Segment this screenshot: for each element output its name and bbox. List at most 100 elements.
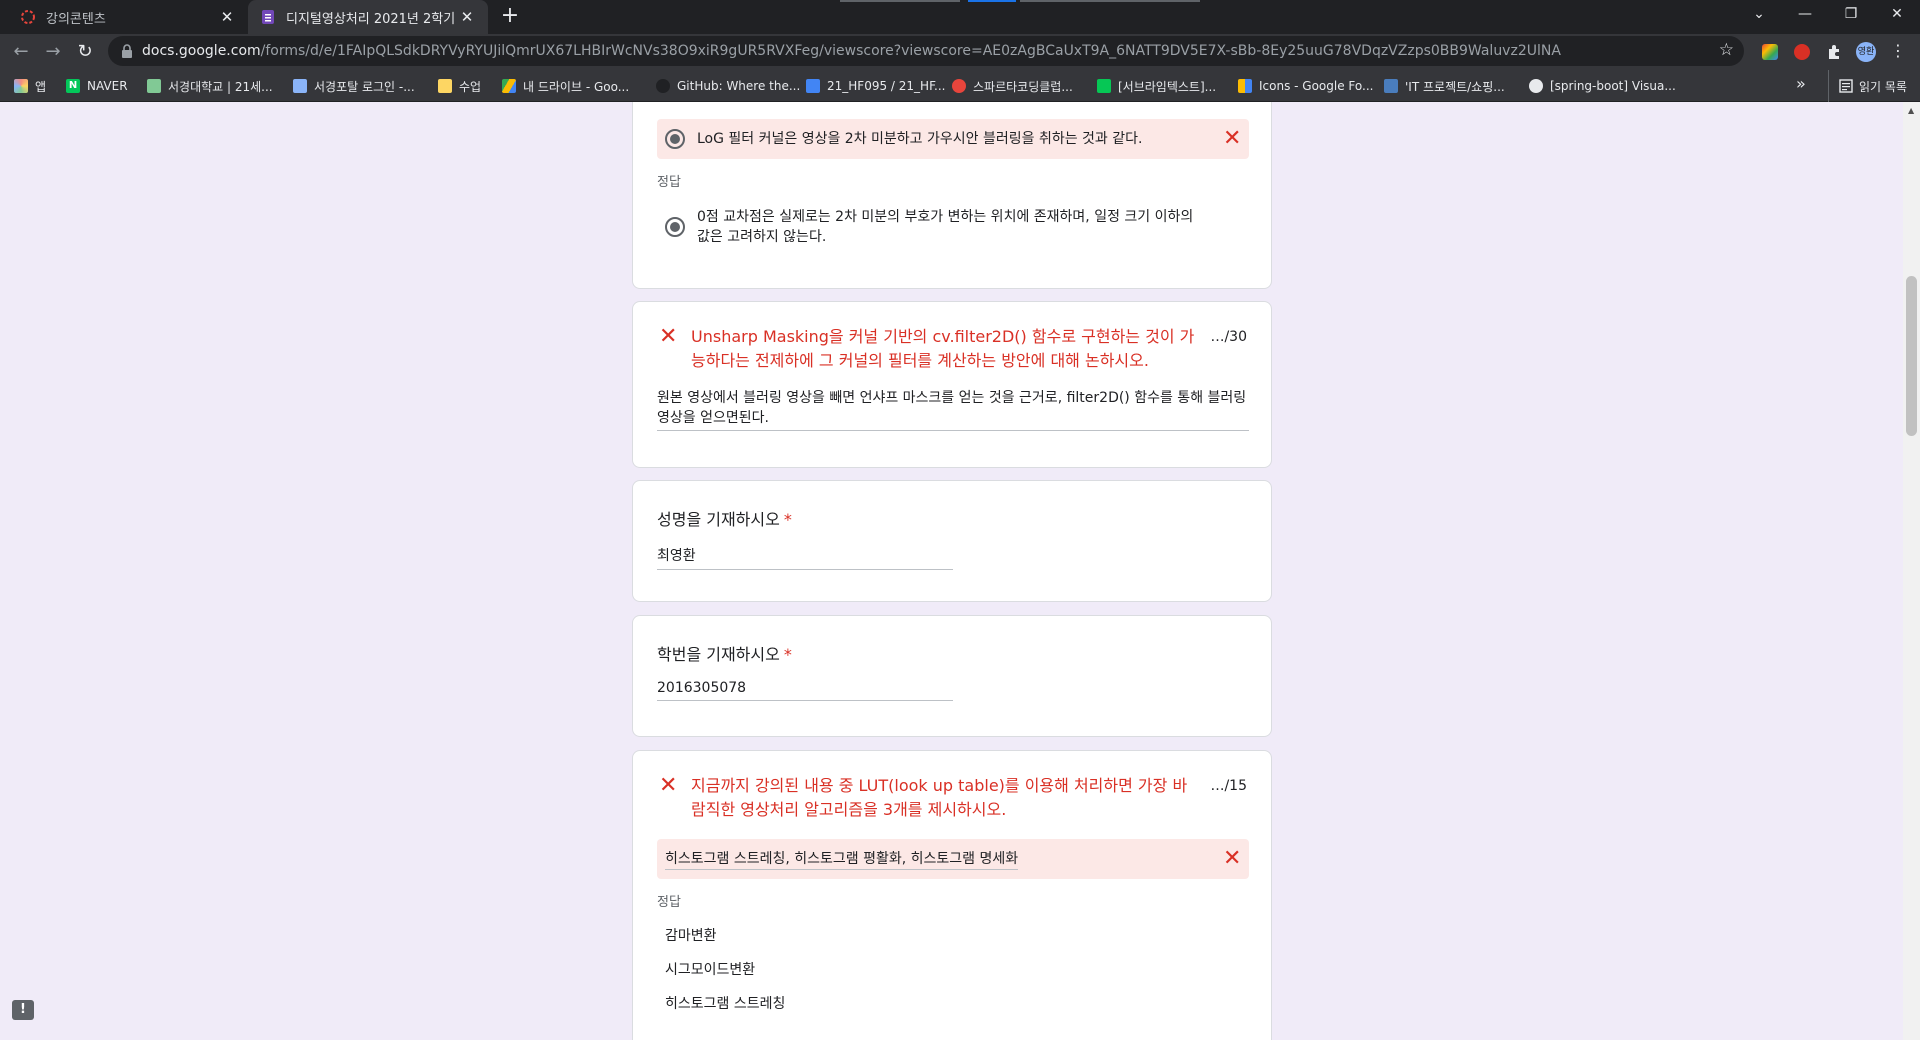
naver-icon: N: [66, 79, 80, 93]
correct-answer-item: 히스토그램 스트레칭: [665, 996, 786, 1012]
reading-list-label: 읽기 목록: [1859, 79, 1907, 94]
bookmark-class[interactable]: 수업: [438, 70, 481, 102]
bookmark-label: 앱: [35, 79, 47, 94]
required-asterisk: *: [783, 645, 792, 664]
bookmark-label: 21_HF095 / 21_HF...: [827, 79, 946, 93]
long-answer-text: 원본 영상에서 블러링 영상을 빼면 언샤프 마스크를 얻는 것을 근거로, f…: [657, 388, 1249, 431]
more-bookmarks-button[interactable]: »: [1796, 74, 1806, 93]
forward-button[interactable]: →: [38, 37, 68, 67]
bookmark-label: 내 드라이브 - Goo...: [523, 79, 630, 94]
tab-google-form[interactable]: 디지털영상처리 2021년 2학기 중 ✕: [248, 0, 488, 34]
incorrect-x-icon: ✕: [1223, 846, 1242, 871]
google-forms-icon: [262, 10, 274, 24]
bookmark-seokyeong-portal[interactable]: 서경포탈 로그인 -...: [293, 70, 415, 102]
apps-grid-icon: [14, 79, 28, 93]
question-score: …/30: [1210, 329, 1247, 345]
bookmarks-bar: 앱 N NAVER 서경대학교 | 21세... 서경포탈 로그인 -... 수업…: [0, 70, 1920, 102]
page-scrollbar-track[interactable]: [1903, 102, 1920, 1040]
back-button[interactable]: ←: [6, 37, 36, 67]
restore-button[interactable]: ❐: [1828, 0, 1874, 30]
question-title-text: 학번을 기재하시오: [657, 645, 780, 664]
question-text: Unsharp Masking을 커널 기반의 cv.filter2D() 함수…: [691, 327, 1195, 370]
tab-close-icon[interactable]: ✕: [218, 8, 236, 26]
bookmark-label: 서경포탈 로그인 -...: [314, 79, 415, 94]
tab-search-icon[interactable]: ⌄: [1736, 0, 1782, 30]
profile-avatar[interactable]: 영환: [1856, 42, 1876, 62]
bookmark-bitbucket[interactable]: 21_HF095 / 21_HF...: [806, 70, 945, 102]
student-id-answer: 2016305078: [657, 680, 953, 701]
selected-option-text: LoG 필터 커널은 영상을 2차 미분하고 가우시안 블러링을 취하는 것과 …: [697, 131, 1143, 147]
correct-answer-item: 시그모이드변환: [665, 962, 756, 978]
url-host: docs.google.com: [142, 43, 261, 59]
required-asterisk: *: [783, 510, 792, 529]
close-window-button[interactable]: ✕: [1874, 0, 1920, 30]
reading-list-button[interactable]: 읽기 목록: [1828, 70, 1907, 102]
incorrect-x-icon: ✕: [659, 324, 678, 349]
bookmark-label: Icons - Google Fo...: [1259, 79, 1374, 93]
bookmark-label: 수업: [459, 79, 482, 94]
reload-button[interactable]: ↻: [70, 37, 100, 67]
blog-icon: [1384, 79, 1398, 93]
correct-answer-label: 정답: [657, 175, 681, 190]
wrong-answer-box: 히스토그램 스트레칭, 히스토그램 평활화, 히스토그램 명세화 ✕: [657, 839, 1249, 879]
incorrect-x-icon: ✕: [659, 773, 678, 798]
bookmark-sparta-coding[interactable]: 스파르타코딩클럽...: [952, 70, 1073, 102]
color-picker-extension-icon[interactable]: [1762, 44, 1778, 60]
extensions-puzzle-icon[interactable]: [1826, 44, 1842, 60]
bookmark-label: GitHub: Where the...: [677, 79, 801, 93]
chrome-menu-button[interactable]: ⋮: [1888, 40, 1908, 64]
short-answer-text: 히스토그램 스트레칭, 히스토그램 평활화, 히스토그램 명세화: [665, 849, 1019, 870]
tab-close-icon[interactable]: ✕: [458, 8, 476, 26]
question-card-unsharp-masking: ✕ Unsharp Masking을 커널 기반의 cv.filter2D() …: [632, 301, 1272, 468]
tab-strip: 강의콘텐츠 ✕ 디지털영상처리 2021년 2학기 중 ✕ + ⌄ — ❐ ✕: [0, 0, 1920, 34]
bookmark-google-drive[interactable]: 내 드라이브 - Goo...: [502, 70, 629, 102]
question-card-student-id: 학번을 기재하시오 * 2016305078: [632, 615, 1272, 737]
bookmark-sublime-text[interactable]: [서브라임텍스트]...: [1097, 70, 1216, 102]
tab-lecture-content[interactable]: 강의콘텐츠 ✕: [8, 0, 248, 34]
bookmark-label: [서브라임텍스트]...: [1118, 79, 1217, 94]
line-chat-icon: [1097, 79, 1111, 93]
google-drive-icon: [502, 79, 516, 93]
bookmark-label: 'IT 프로젝트/쇼핑...: [1405, 79, 1505, 94]
bookmark-naver[interactable]: N NAVER: [66, 70, 128, 102]
question-text: 지금까지 강의된 내용 중 LUT(look up table)를 이용해 처리…: [691, 776, 1188, 819]
name-answer: 최영환: [657, 545, 953, 570]
new-tab-button[interactable]: +: [497, 4, 523, 30]
lock-icon: [122, 44, 132, 58]
google-fonts-icon: [1238, 79, 1252, 93]
question-title: 학번을 기재하시오 *: [657, 641, 792, 665]
correct-radio: [665, 217, 685, 237]
minimize-button[interactable]: —: [1782, 0, 1828, 30]
bookmark-label: NAVER: [87, 79, 128, 93]
globe-icon: [1529, 79, 1543, 93]
question-score: …/15: [1210, 778, 1247, 794]
url-path: /forms/d/e/1FAIpQLSdkDRYVyRYUJilQmrUX67L…: [260, 43, 1561, 59]
bookmark-it-project[interactable]: 'IT 프로젝트/쇼핑...: [1384, 70, 1505, 102]
selected-radio: [665, 129, 685, 149]
url-text: docs.google.com/forms/d/e/1FAIpQLSdkDRYV…: [142, 43, 1561, 59]
bookmark-spring-boot[interactable]: [spring-boot] Visua...: [1529, 70, 1676, 102]
bookmark-star-icon[interactable]: ☆: [1719, 40, 1734, 60]
bookmark-label: 스파르타코딩클럽...: [973, 79, 1073, 94]
bookmark-github[interactable]: GitHub: Where the...: [656, 70, 800, 102]
report-problem-button[interactable]: !: [12, 1000, 34, 1020]
address-bar[interactable]: docs.google.com/forms/d/e/1FAIpQLSdkDRYV…: [108, 36, 1744, 66]
heart-icon: [952, 79, 966, 93]
correct-option-line: 값은 고려하지 않는다.: [697, 229, 827, 245]
adblock-extension-icon[interactable]: [1794, 44, 1810, 60]
bookmark-apps[interactable]: 앱: [14, 70, 46, 102]
bookmark-label: 서경대학교 | 21세...: [168, 79, 273, 94]
reading-list-icon: [1839, 79, 1853, 93]
browser-toolbar: ← → ↻ docs.google.com/forms/d/e/1FAIpQLS…: [0, 34, 1920, 70]
question-title: 성명을 기재하시오 *: [657, 506, 792, 530]
window-drag-area: [968, 0, 1016, 2]
scroll-up-arrow-icon[interactable]: ▲: [1908, 106, 1916, 115]
wrong-answer-box: LoG 필터 커널은 영상을 2차 미분하고 가우시안 블러링을 취하는 것과 …: [657, 119, 1249, 159]
loading-spinner-icon: [21, 10, 35, 24]
page-scrollbar-thumb[interactable]: [1906, 276, 1917, 436]
question-card-log-filter: LoG 필터 커널은 영상을 2차 미분하고 가우시안 블러링을 취하는 것과 …: [632, 102, 1272, 289]
bookmark-seokyeong-univ[interactable]: 서경대학교 | 21세...: [147, 70, 273, 102]
tab-title: 디지털영상처리 2021년 2학기 중: [286, 11, 458, 27]
bookmark-google-fonts-icons[interactable]: Icons - Google Fo...: [1238, 70, 1373, 102]
leaf-icon: [147, 79, 161, 93]
